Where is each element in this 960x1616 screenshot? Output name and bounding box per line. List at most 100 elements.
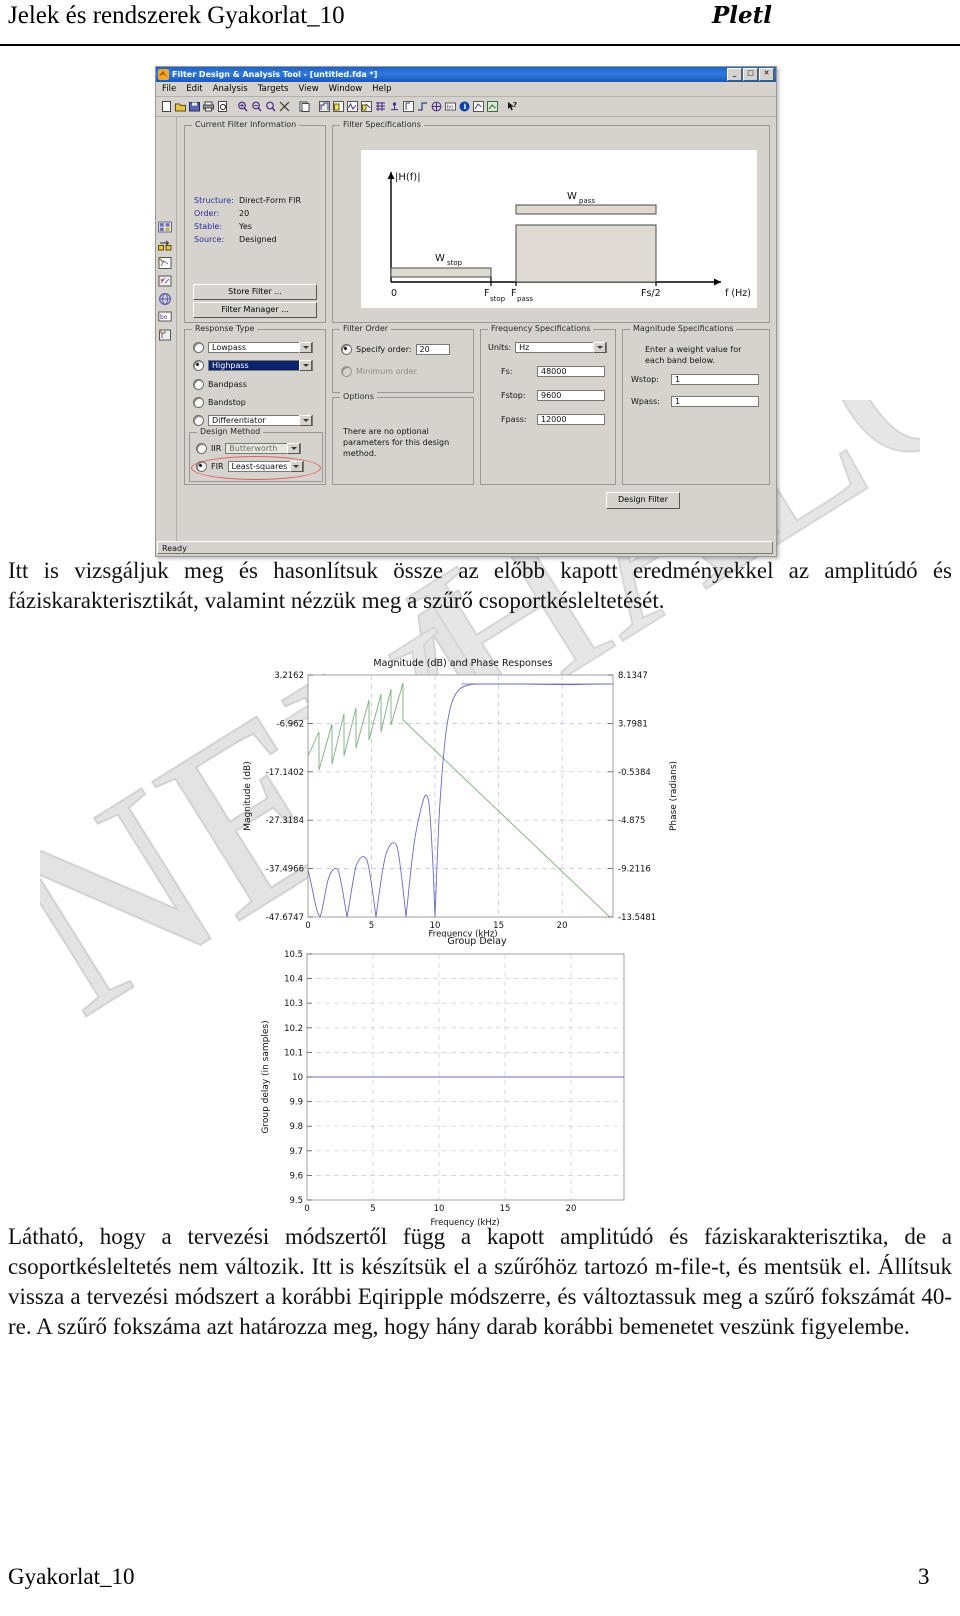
- new-file-icon[interactable]: [160, 100, 173, 113]
- close-button[interactable]: ✕: [759, 68, 774, 81]
- minimum-order-label: Minimum order: [356, 367, 417, 376]
- help-pointer-icon[interactable]: ?: [506, 100, 519, 113]
- chevron-down-icon[interactable]: [299, 360, 312, 371]
- group-delay-icon[interactable]: [374, 100, 387, 113]
- fda-tool-window[interactable]: Filter Design & Analysis Tool - [untitle…: [155, 66, 777, 557]
- side-toolbar[interactable]: bo: [156, 117, 177, 555]
- filter-manager-button[interactable]: Filter Manager ...: [193, 302, 317, 318]
- fs-input[interactable]: 48000: [537, 366, 605, 377]
- save-icon[interactable]: [188, 100, 201, 113]
- chevron-down-icon[interactable]: [299, 342, 312, 353]
- menu-view[interactable]: View: [298, 84, 318, 94]
- specify-order-row[interactable]: Specify order: 20: [341, 344, 450, 355]
- filter-coefficients-icon[interactable]: bo: [444, 100, 457, 113]
- print-preview-icon[interactable]: [216, 100, 229, 113]
- menu-analysis[interactable]: Analysis: [213, 84, 248, 94]
- svg-text:5: 5: [370, 1204, 375, 1214]
- fstop-input[interactable]: 9600: [537, 390, 605, 401]
- units-label: Units:: [488, 343, 512, 352]
- filter-spec-icon[interactable]: [318, 100, 331, 113]
- open-folder-icon[interactable]: [174, 100, 187, 113]
- wpass-input[interactable]: 1: [671, 396, 759, 407]
- wpass-row[interactable]: Wpass: 1: [631, 396, 759, 407]
- response-type-lowpass-row[interactable]: Lowpass: [193, 342, 313, 353]
- realize-model-side-icon[interactable]: bo: [157, 309, 173, 325]
- page-number: 3: [918, 1564, 930, 1589]
- wpass-label: Wpass:: [631, 397, 660, 406]
- zoom-reset-icon[interactable]: [278, 100, 291, 113]
- quantize-filter-side-icon[interactable]: [157, 255, 173, 271]
- design-filter-side-icon[interactable]: [157, 219, 173, 235]
- phase-delay-icon[interactable]: [388, 100, 401, 113]
- copy-icon[interactable]: [298, 100, 311, 113]
- fir-method-combo[interactable]: Least-squares: [227, 461, 304, 472]
- bandpass-radio[interactable]: [193, 379, 204, 390]
- differentiator-radio[interactable]: [193, 415, 204, 426]
- response-type-highpass-row[interactable]: Highpass: [193, 360, 313, 371]
- differentiator-combo[interactable]: Differentiator: [208, 415, 313, 426]
- zoom-out-icon[interactable]: [250, 100, 263, 113]
- chevron-down-icon[interactable]: [289, 461, 303, 472]
- magnitude-response-icon[interactable]: [332, 100, 345, 113]
- response-type-bandstop-row[interactable]: Bandstop: [193, 397, 246, 408]
- wstop-input[interactable]: 1: [671, 374, 759, 385]
- step-response-icon[interactable]: [416, 100, 429, 113]
- wstop-row[interactable]: Wstop: 1: [631, 374, 759, 385]
- mag-phase-icon[interactable]: [360, 100, 373, 113]
- menu-bar[interactable]: File Edit Analysis Targets View Window H…: [156, 82, 776, 97]
- phase-response-icon[interactable]: [346, 100, 359, 113]
- bandstop-radio[interactable]: [193, 397, 204, 408]
- fpass-row[interactable]: Fpass: 12000: [501, 414, 605, 425]
- design-filter-button[interactable]: Design Filter: [606, 492, 680, 509]
- fs-row[interactable]: Fs: 48000: [501, 366, 605, 377]
- menu-file[interactable]: File: [162, 84, 176, 94]
- window-titlebar[interactable]: Filter Design & Analysis Tool - [untitle…: [156, 67, 776, 82]
- menu-help[interactable]: Help: [372, 84, 391, 94]
- svg-text:-6.962: -6.962: [277, 719, 304, 729]
- fir-radio[interactable]: [196, 461, 207, 472]
- filter-information-icon[interactable]: i: [458, 100, 471, 113]
- import-filter-side-icon[interactable]: [157, 237, 173, 253]
- print-icon[interactable]: [202, 100, 215, 113]
- specify-order-input[interactable]: 20: [415, 344, 450, 355]
- fstop-row[interactable]: Fstop: 9600: [501, 390, 605, 401]
- store-filter-button[interactable]: Store Filter ...: [193, 284, 317, 300]
- lowpass-combo[interactable]: Lowpass: [208, 342, 313, 353]
- iir-method-combo[interactable]: Butterworth: [225, 443, 302, 454]
- window-buttons[interactable]: _ □ ✕: [727, 68, 774, 81]
- chevron-down-icon[interactable]: [287, 443, 301, 454]
- highpass-radio[interactable]: [193, 360, 204, 371]
- zoom-in-icon[interactable]: [236, 100, 249, 113]
- magnitude-estimate-icon[interactable]: [472, 100, 485, 113]
- lowpass-radio[interactable]: [193, 342, 204, 353]
- impulse-response-icon[interactable]: [402, 100, 415, 113]
- set-quantization-side-icon[interactable]: [157, 327, 173, 343]
- chart-ylabel: Magnitude (dB): [243, 761, 253, 830]
- fpass-input[interactable]: 12000: [537, 414, 605, 425]
- minimize-button[interactable]: _: [727, 68, 742, 81]
- maximize-button[interactable]: □: [743, 68, 758, 81]
- zoom-fit-icon[interactable]: [264, 100, 277, 113]
- chevron-down-icon[interactable]: [299, 415, 312, 426]
- design-method-fir-row[interactable]: FIR Least-squares: [196, 461, 304, 472]
- units-row[interactable]: Units: Hz: [488, 342, 608, 353]
- svg-text:9.9: 9.9: [289, 1098, 303, 1108]
- tool-bar[interactable]: bo i ?: [156, 97, 776, 117]
- transform-filter-side-icon[interactable]: [157, 273, 173, 289]
- response-type-bandpass-row[interactable]: Bandpass: [193, 379, 247, 390]
- menu-window[interactable]: Window: [329, 84, 363, 94]
- response-type-differentiator-row[interactable]: Differentiator: [193, 415, 313, 426]
- chevron-down-icon[interactable]: [593, 342, 607, 353]
- design-method-iir-row[interactable]: IIR Butterworth: [196, 443, 302, 454]
- highpass-combo[interactable]: Highpass: [208, 360, 313, 371]
- menu-targets[interactable]: Targets: [258, 84, 289, 94]
- multirate-filter-side-icon[interactable]: [157, 291, 173, 307]
- round-off-noise-icon[interactable]: [486, 100, 499, 113]
- pole-zero-icon[interactable]: [430, 100, 443, 113]
- specify-order-radio[interactable]: [341, 344, 352, 355]
- iir-radio[interactable]: [196, 443, 207, 454]
- current-filter-information-panel: Current Filter Information Structure: Di…: [184, 120, 326, 323]
- menu-edit[interactable]: Edit: [186, 84, 202, 94]
- units-combo[interactable]: Hz: [515, 342, 608, 353]
- response-type-panel: Response Type Lowpass Highpass Bandpass: [184, 324, 326, 485]
